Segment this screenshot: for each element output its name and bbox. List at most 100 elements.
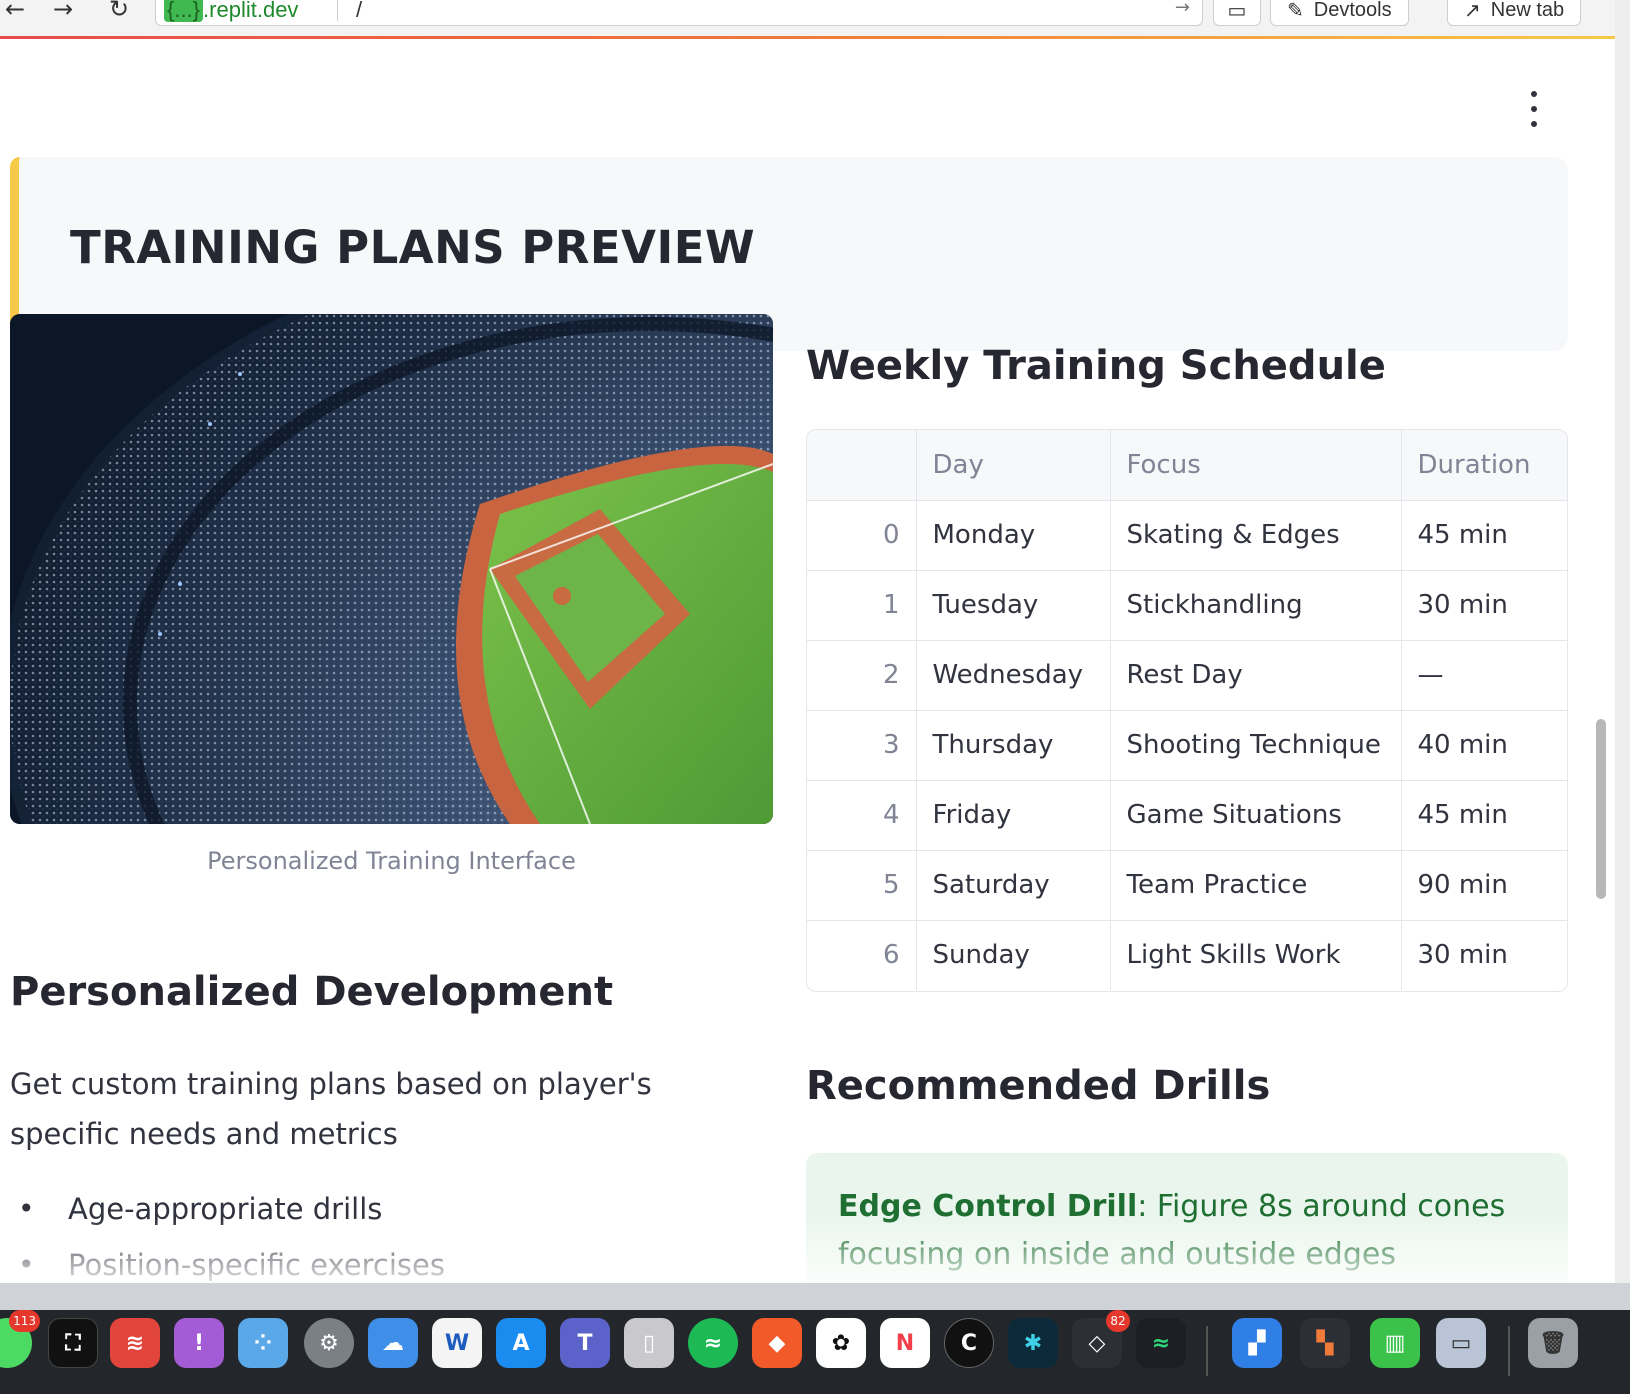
table-row: 2 Wednesday Rest Day —: [807, 640, 1567, 711]
day-cell[interactable]: Saturday: [916, 850, 1111, 921]
row-index[interactable]: 1: [807, 570, 917, 641]
word-icon[interactable]: W: [432, 1318, 482, 1368]
day-cell[interactable]: Friday: [916, 780, 1111, 851]
duration-cell[interactable]: 40 min: [1401, 710, 1567, 781]
day-cell[interactable]: Tuesday: [916, 570, 1111, 641]
fitness-app-icon[interactable]: ≈: [1136, 1318, 1186, 1368]
numbers-icon[interactable]: ▥: [1370, 1318, 1420, 1368]
url-host-chip: {...}: [164, 0, 204, 22]
new-tab-button[interactable]: ↗ New tab: [1447, 0, 1582, 26]
table-row: 3 Thursday Shooting Technique 40 min: [807, 710, 1567, 781]
dock-divider: [1206, 1326, 1208, 1376]
row-index[interactable]: 5: [807, 850, 917, 921]
bullet-item: Position-specific exercises: [10, 1248, 445, 1283]
row-index[interactable]: 0: [807, 500, 917, 571]
duration-cell[interactable]: 45 min: [1401, 780, 1567, 851]
remote-desktop-icon[interactable]: ≋: [110, 1318, 160, 1368]
day-cell[interactable]: Wednesday: [916, 640, 1111, 711]
news-icon[interactable]: N: [880, 1318, 930, 1368]
kebab-dot: [1531, 91, 1537, 97]
reload-button[interactable]: ↻: [104, 0, 134, 24]
table-row: 5 Saturday Team Practice 90 min: [807, 850, 1567, 921]
focus-cell[interactable]: Stickhandling: [1110, 570, 1402, 641]
table-row: 4 Friday Game Situations 45 min: [807, 780, 1567, 851]
preview-icon[interactable]: ▭: [1436, 1318, 1486, 1368]
app-store-icon[interactable]: A: [496, 1318, 546, 1368]
teams-icon[interactable]: T: [560, 1318, 610, 1368]
row-index[interactable]: 4: [807, 780, 917, 851]
focus-cell[interactable]: Shooting Technique: [1110, 710, 1402, 781]
perplexity-icon[interactable]: ✱: [1008, 1318, 1058, 1368]
focus-cell[interactable]: Team Practice: [1110, 850, 1402, 921]
development-bullet-list: Age-appropriate drills Position-specific…: [10, 1192, 445, 1283]
column-header-index[interactable]: [807, 430, 917, 501]
row-index[interactable]: 2: [807, 640, 917, 711]
back-button[interactable]: ←: [0, 0, 30, 24]
kebab-dot: [1531, 121, 1537, 127]
url-host: {...} .replit.dev: [164, 0, 298, 23]
focus-cell[interactable]: Light Skills Work: [1110, 920, 1402, 990]
messages-icon[interactable]: 113: [0, 1310, 40, 1368]
column-header-day[interactable]: Day: [916, 430, 1111, 501]
layers-app-icon[interactable]: ◇ 82: [1072, 1310, 1130, 1368]
table-row: 1 Tuesday Stickhandling 30 min: [807, 570, 1567, 641]
schedule-table[interactable]: Day Focus Duration 0 Monday Skating & Ed…: [806, 429, 1568, 992]
focus-cell[interactable]: Skating & Edges: [1110, 500, 1402, 571]
development-text: Get custom training plans based on playe…: [10, 1067, 652, 1151]
layers-badge: 82: [1106, 1310, 1130, 1332]
screenshot-icon[interactable]: ⛶: [48, 1318, 98, 1368]
day-cell[interactable]: Thursday: [916, 710, 1111, 781]
reload-icon: ↻: [108, 0, 130, 23]
devtools-button[interactable]: ✎ Devtools: [1270, 0, 1409, 26]
duration-cell[interactable]: 30 min: [1401, 920, 1567, 990]
kebab-dot: [1531, 106, 1537, 112]
iphone-mirroring-icon[interactable]: ▯: [624, 1318, 674, 1368]
duration-cell[interactable]: 30 min: [1401, 570, 1567, 641]
feedback-icon[interactable]: !: [174, 1318, 224, 1368]
duration-cell[interactable]: 45 min: [1401, 500, 1567, 571]
external-link-icon: ↗: [1464, 0, 1481, 22]
puzzle-app-icon[interactable]: ▚: [1300, 1318, 1350, 1368]
window-edge: [1615, 0, 1630, 1300]
day-cell[interactable]: Monday: [916, 500, 1111, 571]
macos-dock: 113 ⛶ ≋ ! ⁘ ⚙ ☁ W A T ▯ ≈ ◆ ✿ N C ✱ ◇ 82…: [0, 1310, 1630, 1394]
column-header-focus[interactable]: Focus: [1110, 430, 1402, 501]
bullet-item: Age-appropriate drills: [10, 1192, 445, 1248]
schedule-heading: Weekly Training Schedule: [806, 343, 1386, 389]
go-arrow-icon[interactable]: →: [1175, 0, 1190, 18]
main-menu-button[interactable]: [1523, 91, 1545, 127]
url-path: /: [356, 0, 363, 22]
screen-button[interactable]: ▭: [1213, 0, 1261, 26]
drill-card: Edge Control Drill: Figure 8s around con…: [806, 1153, 1568, 1283]
focus-cell[interactable]: Game Situations: [1110, 780, 1402, 851]
system-settings-icon[interactable]: ⚙: [304, 1318, 354, 1368]
focus-cell[interactable]: Rest Day: [1110, 640, 1402, 711]
dock-divider: [1508, 1326, 1510, 1376]
chatgpt-icon[interactable]: ✿: [816, 1318, 866, 1368]
forward-button[interactable]: →: [48, 0, 78, 24]
stadium-image: [10, 314, 773, 824]
monitor-icon: ▭: [1227, 0, 1247, 22]
duration-cell[interactable]: 90 min: [1401, 850, 1567, 921]
brave-icon[interactable]: ◆: [752, 1318, 802, 1368]
cursor-app-icon[interactable]: C: [944, 1318, 994, 1368]
column-header-duration[interactable]: Duration: [1401, 430, 1567, 501]
page-scrollbar[interactable]: [1596, 719, 1606, 899]
spotify-icon[interactable]: ≈: [688, 1318, 738, 1368]
day-cell[interactable]: Sunday: [916, 920, 1111, 990]
arrow-right-icon: →: [52, 0, 74, 23]
table-row: 0 Monday Skating & Edges 45 min: [807, 500, 1567, 571]
duration-cell[interactable]: —: [1401, 640, 1567, 711]
folder-app-icon[interactable]: ▞: [1232, 1318, 1282, 1368]
launchpad-icon[interactable]: ⁘: [238, 1318, 288, 1368]
row-index[interactable]: 3: [807, 710, 917, 781]
app-page: TRAINING PLANS PREVIEW Personalized Trai…: [0, 39, 1615, 1283]
stadium-illustration: [10, 314, 773, 824]
address-bar[interactable]: {...} .replit.dev / →: [155, 0, 1203, 26]
trash-icon[interactable]: 🗑: [1528, 1318, 1578, 1368]
browser-toolbar: ← → ↻ {...} .replit.dev / → ▭ ✎ Devtools …: [0, 0, 1630, 36]
row-index[interactable]: 6: [807, 920, 917, 990]
weather-icon[interactable]: ☁: [368, 1318, 418, 1368]
url-divider: [337, 0, 338, 21]
table-header-row: Day Focus Duration: [807, 430, 1567, 501]
